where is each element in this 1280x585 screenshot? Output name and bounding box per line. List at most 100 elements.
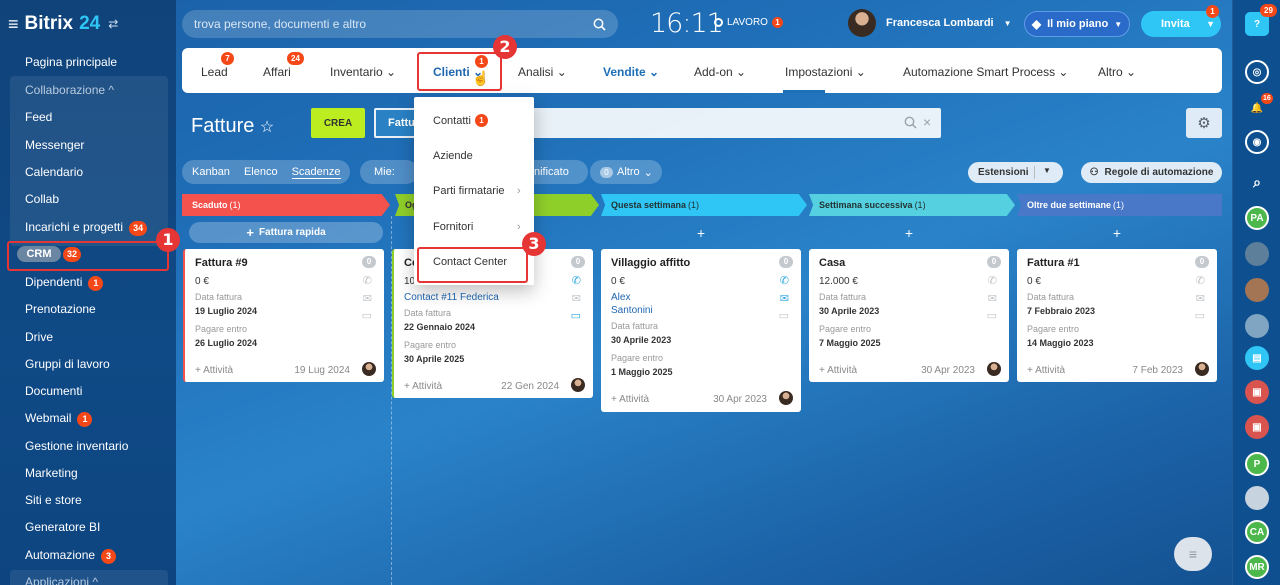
invoice-card[interactable]: Villaggio affitto 0 0 € Alex Santonini D… [601, 249, 801, 412]
contact-link[interactable]: Santonini [611, 305, 653, 316]
contact-link[interactable]: Contact #11 Federica [404, 292, 499, 303]
add-activity-link[interactable]: + Attività [819, 365, 857, 376]
pulse-icon[interactable]: ◎ [1245, 60, 1269, 84]
tab-altro[interactable]: Altro ⌄ [1098, 65, 1136, 79]
sidebar-item-marketing[interactable]: Marketing [25, 466, 78, 480]
group-chat-icon[interactable]: ▤ [1245, 346, 1269, 370]
sidebar-item-messenger[interactable]: Messenger [25, 138, 84, 152]
view-scadenze[interactable]: Scadenze [291, 166, 341, 179]
invoice-card[interactable]: Fattura #1 0 0 € Data fattura 7 Febbraio… [1017, 249, 1217, 382]
menu-item-aziende[interactable]: Aziende [433, 150, 473, 162]
sidebar-item-employees[interactable]: Dipendenti 1 [25, 275, 104, 291]
card-title[interactable]: Villaggio affitto [611, 257, 690, 269]
chat-icon[interactable]: ▭ [571, 309, 581, 322]
tab-addon[interactable]: Add-on ⌄ [694, 65, 746, 79]
card-title[interactable]: Fattura #1 [1027, 257, 1080, 269]
invoice-card[interactable]: Casa 0 12.000 € Data fattura 30 Aprile 2… [809, 249, 1009, 382]
column-header-oltre-due-settimane[interactable]: Oltre due settimane (1) [1017, 194, 1222, 216]
contact-avatar-icon[interactable] [1245, 486, 1269, 510]
tab-vendite[interactable]: Vendite ⌄ [603, 65, 659, 79]
sidebar-item-tasks[interactable]: Incarichi e progetti 34 [25, 220, 148, 236]
work-status[interactable]: LAVORO 1 [714, 17, 783, 28]
extensions-button[interactable]: Estensioni ▼ [968, 162, 1063, 183]
tab-impostazioni[interactable]: Impostazioni ⌄ [785, 65, 866, 79]
filter-chip[interactable]: Fattu [376, 110, 416, 136]
contact-avatar-icon[interactable] [1245, 314, 1269, 338]
column-header-questa-settimana[interactable]: Questa settimana (1) [601, 194, 807, 216]
sidebar-item-feed[interactable]: Feed [25, 110, 52, 124]
add-card-button[interactable]: + [601, 222, 801, 243]
sidebar-item-automation[interactable]: Automazione 3 [25, 548, 117, 564]
tab-inventario[interactable]: Inventario ⌄ [330, 65, 396, 79]
mail-icon[interactable]: ✉ [572, 292, 581, 305]
contact-avatar-icon[interactable] [1245, 242, 1269, 266]
gear-icon[interactable]: ⚙ [1186, 108, 1222, 138]
user-menu[interactable]: Francesca Lombardi ▼ [848, 9, 1012, 37]
mail-icon[interactable]: ✉ [988, 292, 997, 305]
contact-avatar-ca[interactable]: CA [1245, 520, 1269, 544]
sidebar-item-booking[interactable]: Prenotazione [25, 302, 96, 316]
chat-icon[interactable]: ▭ [1195, 309, 1205, 322]
contact-avatar-pa[interactable]: PA [1245, 206, 1269, 230]
quick-invoice-button[interactable]: + Fattura rapida [189, 222, 383, 243]
menu-item-contatti[interactable]: Contatti 1 [433, 114, 488, 127]
search-input[interactable]: trova persone, documenti e altro [182, 10, 618, 38]
search-icon[interactable]: ⌕ [1245, 170, 1269, 194]
card-title[interactable]: Fattura #9 [195, 257, 248, 269]
sidebar-item-crm[interactable]: CRM [17, 246, 61, 262]
add-card-button[interactable]: + [1017, 222, 1217, 243]
sidebar-item-calendar[interactable]: Calendario [25, 165, 83, 179]
menu-item-parti-firmatarie[interactable]: Parti firmatarie › [433, 185, 533, 197]
tab-automazione-smart-process[interactable]: Automazione Smart Process ⌄ [903, 65, 1068, 79]
contact-avatar-mr[interactable]: MR [1245, 555, 1269, 579]
automation-rules-button[interactable]: ⚇ Regole di automazione [1081, 162, 1222, 183]
add-activity-link[interactable]: + Attività [611, 394, 649, 405]
card-title[interactable]: Casa [819, 257, 845, 269]
view-elenco[interactable]: Elenco [244, 166, 278, 178]
add-activity-link[interactable]: + Attività [404, 381, 442, 392]
chat-icon[interactable]: ▭ [779, 309, 789, 322]
contact-avatar-p[interactable]: P [1245, 452, 1269, 476]
sidebar-item-home[interactable]: Pagina principale [25, 55, 117, 69]
column-header-scaduto[interactable]: Scaduto (1) [182, 194, 390, 216]
sidebar-item-collab[interactable]: Collab [25, 192, 59, 206]
mail-icon[interactable]: ✉ [1196, 292, 1205, 305]
tab-lead[interactable]: Lead 7 [201, 52, 234, 79]
phone-icon[interactable]: ✆ [363, 274, 372, 287]
create-button[interactable]: CREA [311, 108, 365, 138]
sidebar-item-bi[interactable]: Generatore BI [25, 520, 100, 534]
search-icon[interactable] [904, 116, 917, 129]
sidebar-item-documents[interactable]: Documenti [25, 384, 82, 398]
tab-analisi[interactable]: Analisi ⌄ [518, 65, 567, 79]
add-activity-link[interactable]: + Attività [1027, 365, 1065, 376]
bitrix-logo[interactable]: ≡ Bitrix 24 ⇄ [8, 13, 118, 35]
contact-card-icon[interactable]: ▣ [1245, 380, 1269, 404]
view-kanban[interactable]: Kanban [192, 166, 230, 178]
add-activity-link[interactable]: + Attività [195, 365, 233, 376]
sidebar-item-drive[interactable]: Drive [25, 330, 53, 344]
phone-icon[interactable]: ✆ [988, 274, 997, 287]
tab-affari[interactable]: Affari 24 [263, 52, 304, 79]
sidebar-item-collaboration[interactable]: Collaborazione ^ [25, 83, 114, 97]
contact-card-icon[interactable]: ▣ [1245, 415, 1269, 439]
sidebar-item-workgroups[interactable]: Gruppi di lavoro [25, 357, 110, 371]
mail-icon[interactable]: ✉ [780, 292, 789, 305]
menu-item-fornitori[interactable]: Fornitori › [433, 221, 533, 233]
feedback-button[interactable]: ≡ [1174, 537, 1212, 571]
column-header-settimana-successiva[interactable]: Settimana successiva (1) [809, 194, 1015, 216]
contact-link[interactable]: Alex [611, 292, 630, 303]
chat-icon[interactable]: ▭ [362, 309, 372, 322]
sidebar-item-sites[interactable]: Siti e store [25, 493, 82, 507]
plan-button[interactable]: ◆ Il mio piano ▼ [1024, 11, 1130, 37]
invoice-card[interactable]: Fattura #9 0 0 € Data fattura 19 Luglio … [183, 249, 384, 382]
add-card-button[interactable]: + [809, 222, 1009, 243]
phone-icon[interactable]: ✆ [1196, 274, 1205, 287]
chat-icon[interactable]: ▭ [987, 309, 997, 322]
invite-button[interactable]: Invita ▼ 1 [1141, 5, 1221, 37]
chat-icon[interactable]: ◉ [1245, 130, 1269, 154]
phone-icon[interactable]: ✆ [572, 274, 581, 287]
star-icon[interactable]: ☆ [260, 119, 274, 136]
sidebar-item-apps[interactable]: Applicazioni ^ [25, 575, 98, 585]
menu-icon[interactable]: ≡ [8, 14, 19, 35]
sidebar-item-inventory[interactable]: Gestione inventario [25, 439, 128, 453]
